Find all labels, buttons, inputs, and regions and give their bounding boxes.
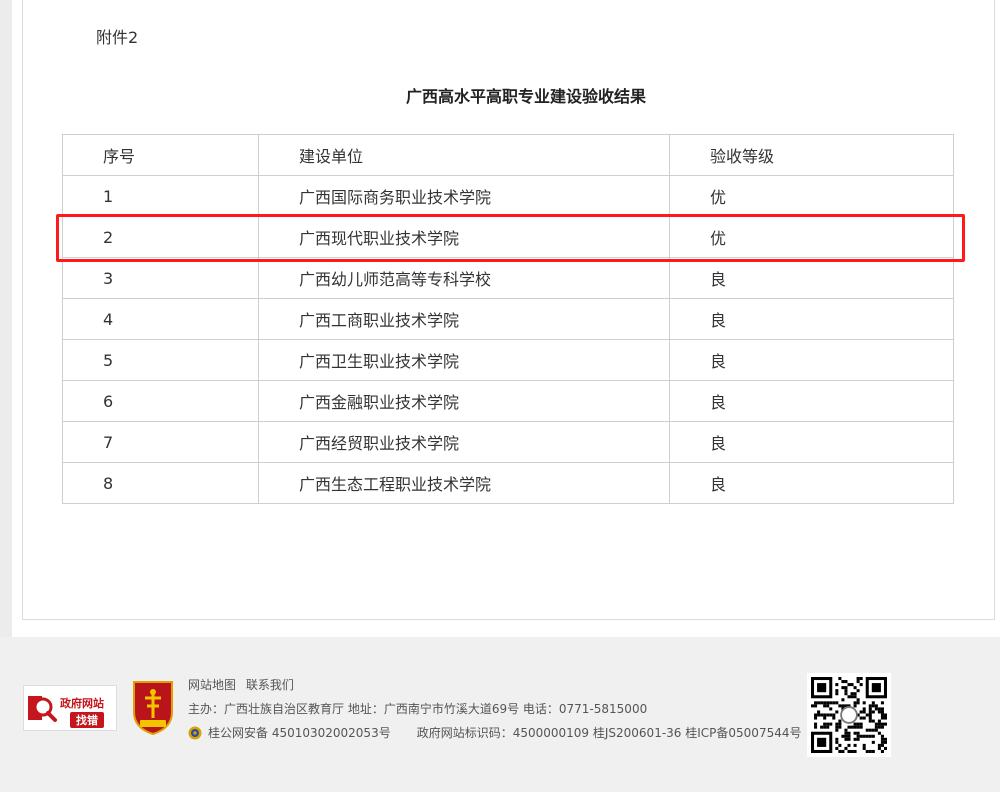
footer-links: 网站地图 联系我们 [188,676,300,693]
attachment-label: 附件2 [96,28,139,47]
row-no: 4 [62,298,259,340]
row-unit: 广西生态工程职业技术学院 [258,462,670,504]
table-row: 6 广西金融职业技术学院 良 [62,380,954,422]
row-no: 5 [62,339,259,381]
row-no: 6 [62,380,259,422]
badge-line2: 找错 [70,712,104,728]
row-no: 3 [62,257,259,299]
row-grade: 优 [669,175,954,217]
footer-link-sitemap[interactable]: 网站地图 [188,678,236,692]
magnifier-icon [28,696,57,722]
row-unit: 广西工商职业技术学院 [258,298,670,340]
gov-site-error-badge[interactable]: 政府网站 找错 [23,685,117,731]
row-unit: 广西幼儿师范高等专科学校 [258,257,670,299]
qr-code-icon [811,677,887,753]
row-unit: 广西金融职业技术学院 [258,380,670,422]
table-row: 3 广西幼儿师范高等专科学校 良 [62,257,954,299]
police-badge-icon [188,726,202,739]
row-no: 2 [62,216,259,258]
police-reg-text[interactable]: 桂公网安备 45010302002053号 [208,724,391,741]
badge-line1: 政府网站 [60,697,104,710]
row-grade: 良 [669,462,954,504]
row-grade: 优 [669,216,954,258]
qr-code-image [807,673,891,757]
table-row: 4 广西工商职业技术学院 良 [62,298,954,340]
footer-host-info: 主办：广西壮族自治区教育厅 地址：广西南宁市竹溪大道69号 电话：0771-58… [188,702,648,716]
row-grade: 良 [669,257,954,299]
table-row: 5 广西卫生职业技术学院 良 [62,339,954,381]
table-header-row: 序号 建设单位 验收等级 [62,134,954,176]
header-no: 序号 [62,134,259,176]
row-grade: 良 [669,380,954,422]
row-unit: 广西现代职业技术学院 [258,216,670,258]
page-title: 广西高水平高职专业建设验收结果 [405,87,646,106]
table-row: 7 广西经贸职业技术学院 良 [62,421,954,463]
table-row: 2 广西现代职业技术学院 优 [62,216,954,258]
site-id-text: 政府网站标识码：4500000109 桂JS200601-36 桂ICP备050… [416,726,802,740]
row-no: 1 [62,175,259,217]
row-no: 7 [62,421,259,463]
result-table: 序号 建设单位 验收等级 1 广西国际商务职业技术学院 优 2 广西现代职业技术… [62,134,954,504]
header-grade: 验收等级 [669,134,954,176]
row-unit: 广西经贸职业技术学院 [258,421,670,463]
footer-link-contact[interactable]: 联系我们 [246,678,294,692]
row-unit: 广西国际商务职业技术学院 [258,175,670,217]
row-no: 8 [62,462,259,504]
table-row: 1 广西国际商务职业技术学院 优 [62,175,954,217]
party-government-emblem-icon[interactable] [130,678,176,736]
row-grade: 良 [669,298,954,340]
row-grade: 良 [669,339,954,381]
footer-registration: 桂公网安备 45010302002053号 政府网站标识码：4500000109… [188,724,801,741]
table-row: 8 广西生态工程职业技术学院 良 [62,462,954,504]
header-unit: 建设单位 [258,134,670,176]
row-unit: 广西卫生职业技术学院 [258,339,670,381]
row-grade: 良 [669,421,954,463]
